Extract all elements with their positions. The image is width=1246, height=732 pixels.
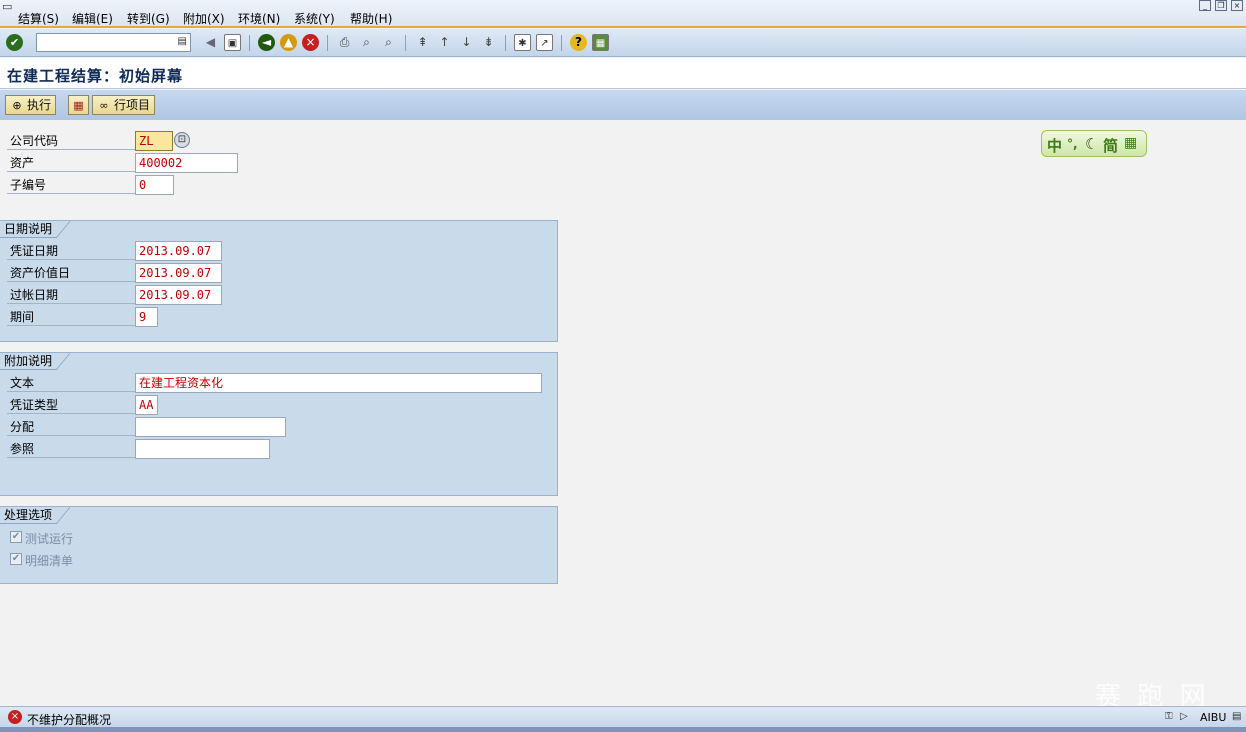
command-field[interactable]: ▤ xyxy=(36,33,191,52)
menu-help[interactable]: 帮助(H) xyxy=(350,10,392,27)
company-code-label: 公司代码 xyxy=(7,132,135,150)
glasses-icon: ∞ xyxy=(99,99,109,112)
taskbar-strip xyxy=(0,727,1246,732)
execute-label: 执行 xyxy=(27,98,52,112)
line-items-label: 行项目 xyxy=(114,98,151,112)
assignment-field[interactable] xyxy=(135,417,286,437)
test-run-label: 测试运行 xyxy=(25,532,74,546)
status-message[interactable]: 不维护分配概况 xyxy=(27,711,111,728)
new-session-icon[interactable]: ✱ xyxy=(514,34,531,51)
date-group-title: 日期说明 xyxy=(0,221,61,238)
menu-edit[interactable]: 编辑(E) xyxy=(72,10,113,27)
standard-toolbar: ✔ ▤ ◀ ▣ ◄ ▲ × ⎙ ⌕ ⌕ ⇞ ↑ ↓ ⇟ ✱ ↗ ? ▦ xyxy=(0,29,1246,57)
title-bar: 在建工程结算：初始屏幕 xyxy=(0,58,1246,89)
error-icon: × xyxy=(8,710,22,724)
additional-group-title: 附加说明 xyxy=(0,353,61,370)
ime-simplified-label: 简 xyxy=(1103,137,1119,155)
detail-list-checkbox[interactable]: ✔ xyxy=(10,553,22,565)
menu-system[interactable]: 系统(Y) xyxy=(294,10,335,27)
save-icon[interactable]: ▣ xyxy=(224,34,241,51)
ime-keyboard-icon: ▦ xyxy=(1124,135,1138,151)
processing-group-title: 处理选项 xyxy=(0,507,61,524)
system-info: AIBU xyxy=(1200,711,1227,724)
layout-icon[interactable]: ▦ xyxy=(592,34,609,51)
value-date-label: 资产价值日 xyxy=(7,264,135,282)
line-items-button[interactable]: ∞ 行项目 xyxy=(92,95,156,115)
period-label: 期间 xyxy=(7,308,135,326)
find-next-icon[interactable]: ⌕ xyxy=(380,34,397,51)
back-arrow-icon[interactable]: ◀ xyxy=(202,34,219,51)
text-label: 文本 xyxy=(7,374,135,392)
value-date-field[interactable]: 2013.09.07 xyxy=(135,263,222,283)
back-icon[interactable]: ◄ xyxy=(258,34,275,51)
company-code-field[interactable]: ZL xyxy=(135,131,173,151)
app-menu-icon[interactable]: ▭ xyxy=(2,0,12,13)
cancel-icon[interactable]: × xyxy=(302,34,319,51)
menu-environment[interactable]: 环境(N) xyxy=(238,10,280,27)
page-title: 在建工程结算：初始屏幕 xyxy=(7,67,184,85)
lock-icon: ⚿ xyxy=(1165,711,1173,722)
exit-icon[interactable]: ▲ xyxy=(280,34,297,51)
posting-date-field[interactable]: 2013.09.07 xyxy=(135,285,222,305)
detail-list-label: 明细清单 xyxy=(25,554,74,568)
asset-label: 资产 xyxy=(7,154,135,172)
menu-goto[interactable]: 转到(G) xyxy=(127,10,170,27)
text-field[interactable]: 在建工程资本化 xyxy=(135,373,542,393)
menu-settlement[interactable]: 结算(S) xyxy=(18,10,59,27)
status-menu-icon[interactable]: ▤ xyxy=(1232,711,1241,722)
ime-punct-icon: °, xyxy=(1067,137,1078,151)
ime-indicator[interactable]: 中 °, ☾ 简 ▦ xyxy=(1041,130,1147,157)
subnumber-field[interactable]: 0 xyxy=(135,175,174,195)
prev-page-icon[interactable]: ↑ xyxy=(436,34,453,51)
reference-field[interactable] xyxy=(135,439,270,459)
menu-bar: ▭ 结算(S) 编辑(E) 转到(G) 附加(X) 环境(N) 系统(Y) 帮助… xyxy=(0,0,1246,28)
find-icon[interactable]: ⌕ xyxy=(358,34,375,51)
overview-icon: ▦ xyxy=(73,99,84,112)
test-run-checkbox[interactable]: ✔ xyxy=(10,531,22,543)
status-expand-icon[interactable]: ▷ xyxy=(1180,711,1188,722)
posting-date-label: 过帐日期 xyxy=(7,286,135,304)
command-input[interactable] xyxy=(37,34,175,51)
execute-button[interactable]: ⊕ 执行 xyxy=(5,95,57,115)
minimize-icon[interactable]: _ xyxy=(1199,0,1211,11)
command-history-icon[interactable]: ▤ xyxy=(178,36,187,47)
enter-icon[interactable]: ✔ xyxy=(6,34,23,51)
doc-date-field[interactable]: 2013.09.07 xyxy=(135,241,222,261)
help-icon[interactable]: ? xyxy=(570,34,587,51)
status-bar: × 不维护分配概况 ⚿ ▷ AIBU ▤ xyxy=(0,706,1246,727)
execute-icon: ⊕ xyxy=(12,99,22,112)
overview-button[interactable]: ▦ xyxy=(68,95,89,115)
asset-field[interactable]: 400002 xyxy=(135,153,238,173)
print-icon[interactable]: ⎙ xyxy=(336,34,353,51)
last-page-icon[interactable]: ⇟ xyxy=(480,34,497,51)
subnumber-label: 子编号 xyxy=(7,176,135,194)
next-page-icon[interactable]: ↓ xyxy=(458,34,475,51)
menu-extras[interactable]: 附加(X) xyxy=(183,10,225,27)
search-help-icon[interactable]: ⊡ xyxy=(174,132,190,148)
reference-label: 参照 xyxy=(7,440,135,458)
doc-type-field[interactable]: AA xyxy=(135,395,158,415)
assignment-label: 分配 xyxy=(7,418,135,436)
shortcut-icon[interactable]: ↗ xyxy=(536,34,553,51)
first-page-icon[interactable]: ⇞ xyxy=(414,34,431,51)
ime-moon-icon: ☾ xyxy=(1085,135,1099,153)
application-toolbar: ⊕ 执行 ▦ ∞ 行项目 xyxy=(0,90,1246,120)
processing-group: 处理选项 xyxy=(0,506,558,584)
ime-chinese-label: 中 xyxy=(1047,137,1063,155)
doc-type-label: 凭证类型 xyxy=(7,396,135,414)
doc-date-label: 凭证日期 xyxy=(7,242,135,260)
close-icon[interactable]: × xyxy=(1231,0,1243,11)
period-field[interactable]: 9 xyxy=(135,307,158,327)
restore-icon[interactable]: ❐ xyxy=(1215,0,1227,11)
